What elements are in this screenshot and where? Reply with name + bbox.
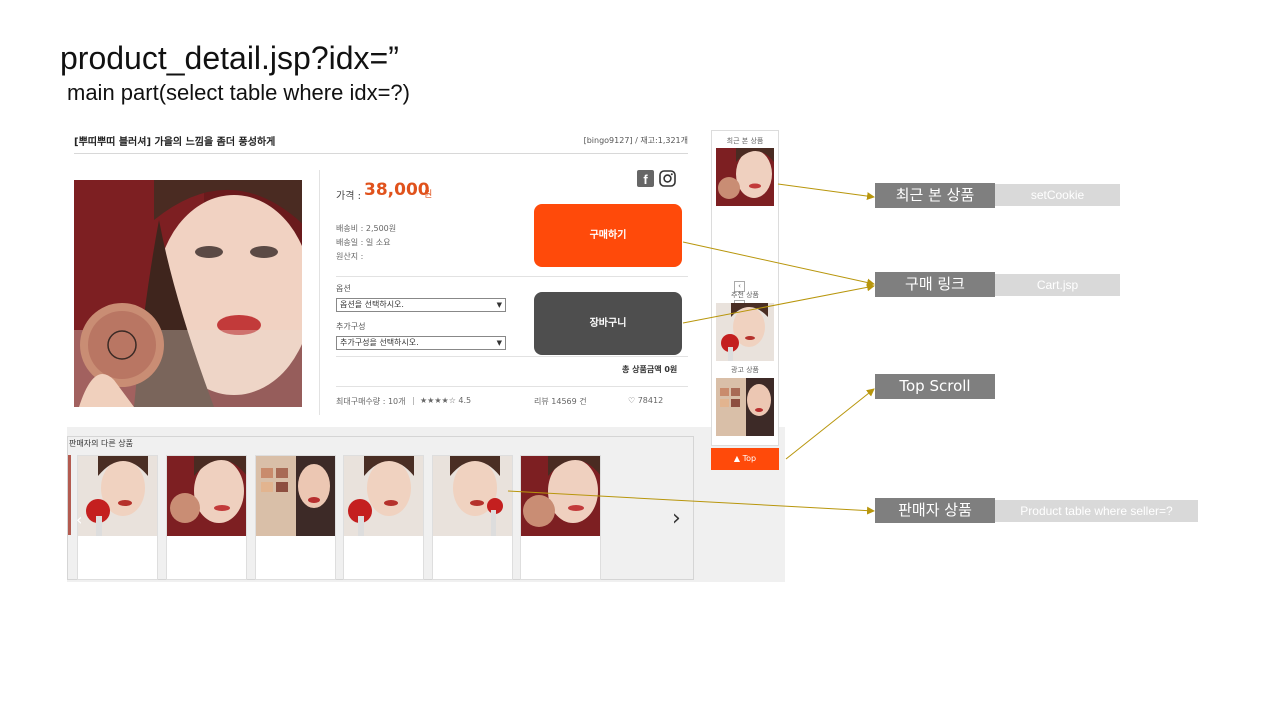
connector-top (785, 388, 875, 460)
annotation-buy-note: Cart.jsp (995, 274, 1120, 296)
annotation-seller-note: Product table where seller=? (995, 500, 1198, 522)
annotation-recent-note: setCookie (995, 184, 1120, 206)
annotation-scroll-tag: Top Scroll (875, 374, 995, 399)
connector-seller (507, 490, 875, 515)
annotation-seller-tag: 판매자 상품 (875, 498, 995, 523)
connector-buy (682, 241, 875, 287)
connector-recent (777, 183, 875, 201)
annotation-recent-tag: 최근 본 상품 (875, 183, 995, 208)
annotation-buy-tag: 구매 링크 (875, 272, 995, 297)
annotation-connectors (507, 183, 875, 515)
connector-cart (682, 283, 875, 324)
